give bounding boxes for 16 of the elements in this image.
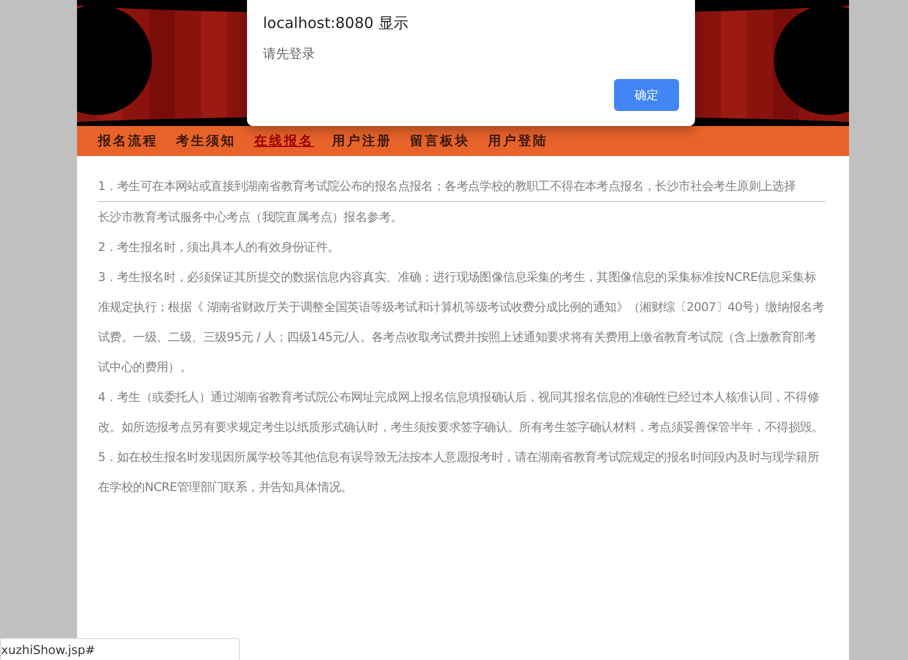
- notice-paragraph: 3．考生报名时，必须保证其所提交的数据信息内容真实、准确；进行现场图像信息采集的考生，其图像信息的采集标准按NCRE信息采集标准规定执行；根据《 湖南省财政厅关于调整全国英语等级考试和计算机等级考试收费分成比例的通知》（湘财综〔2007〕40号）缴纳报名考试费。一级、二级、三级95元 / 人；四级145元/人。各考点收取考试费并按照上述通知要求将有关费用上缴省教育考试院（含上缴教育部考试中心的费用）。: [98, 269, 825, 376]
- notice-paragraph: 长沙市教育考试服务中心考点（我院直属考点）报名参考。: [98, 209, 404, 226]
- nav-link[interactable]: 在线报名: [254, 132, 314, 150]
- nav-link[interactable]: 留言板块: [410, 132, 470, 150]
- dialog-message: 请先登录: [263, 46, 315, 63]
- nav-link[interactable]: 用户登陆: [488, 132, 548, 150]
- notice-paragraph: 4．考生（或委托人）通过湖南省教育考试院公布网址完成网上报名信息填报确认后，视同其报名信息的准确性已经过本人核准认同，不得修改。如所选报考点另有要求规定考生以纸质形式确认时，考生须按要求签字确认。所有考生签字确认材料，考点须妥善保管半年，不得损毁。: [98, 389, 824, 436]
- nav-link[interactable]: 用户注册: [332, 132, 392, 150]
- notice-paragraph: 2．考生报名时，须出具本人的有效身份证件。: [98, 239, 340, 256]
- notice-paragraph: 5．如在校生报名时发现因所属学校等其他信息有误导致无法按本人意愿报考时，请在湖南省教育考试院规定的报名时间段内及时与现学籍所在学校的NCRE管理部门联系，并告知具体情况。: [98, 449, 820, 496]
- ok-button[interactable]: 确定: [614, 79, 679, 111]
- status-url: xuzhiShow.jsp#: [0, 638, 240, 660]
- dialog-title: localhost:8080 显示: [263, 14, 408, 33]
- notice-paragraph: 1．考生可在本网站或直接到湖南省教育考试院公布的报名点报名；各考点学校的教职工不得在本考点报名，长沙市社会考生原则上选择: [98, 173, 825, 202]
- nav-link[interactable]: 报名流程: [98, 132, 158, 150]
- nav-link[interactable]: 考生须知: [176, 132, 236, 150]
